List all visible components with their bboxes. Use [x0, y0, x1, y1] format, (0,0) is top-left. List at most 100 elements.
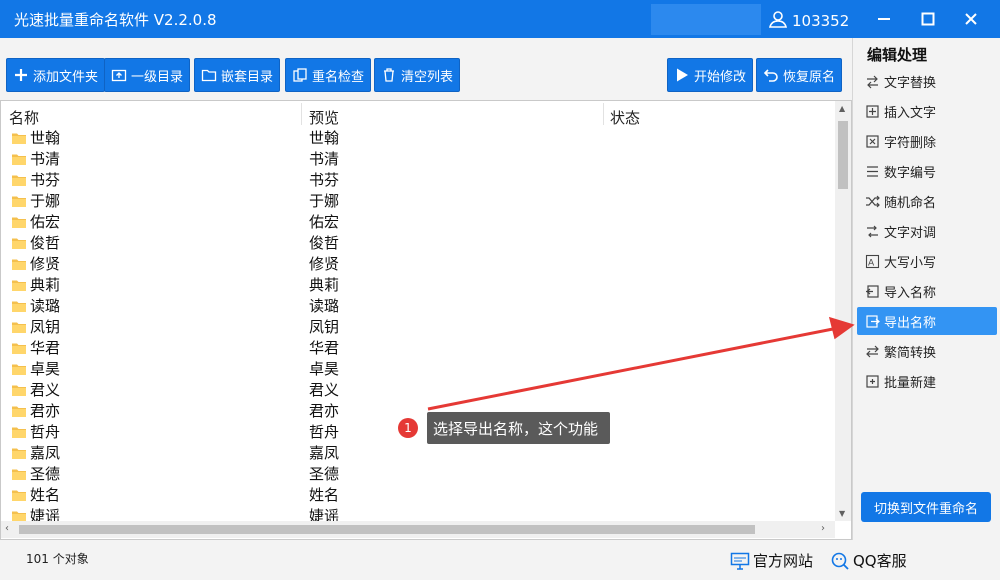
- folder-icon: [12, 217, 26, 228]
- account-box[interactable]: [651, 4, 761, 35]
- close-icon: [965, 13, 977, 25]
- table-row[interactable]: 华君 华君: [9, 336, 829, 357]
- folder-icon: [12, 196, 26, 207]
- vertical-scroll-thumb[interactable]: [838, 121, 848, 189]
- row-name-cell: 读璐: [11, 295, 60, 316]
- object-count: 101 个对象: [26, 552, 89, 566]
- edit-menu-item-6[interactable]: 文字对调: [857, 217, 997, 245]
- row-preview: 君亦: [309, 402, 340, 420]
- edit-menu-label: 插入文字: [884, 105, 937, 121]
- table-row[interactable]: 圣德 圣德: [9, 462, 829, 483]
- edit-menu-item-4[interactable]: 数字编号: [857, 157, 997, 185]
- table-row[interactable]: 君亦 君亦: [9, 399, 829, 420]
- scroll-up-icon[interactable]: ▲: [839, 104, 845, 113]
- row-name-cell: 君亦: [11, 400, 60, 421]
- edit-menu-label: 大写小写: [884, 255, 937, 271]
- folder-icon: [12, 364, 26, 375]
- row-name-cell: 典莉: [11, 274, 60, 295]
- folder-open-icon: [201, 69, 217, 82]
- column-header-name[interactable]: 名称: [9, 107, 39, 128]
- column-divider[interactable]: [301, 103, 302, 125]
- edit-menu-item-3[interactable]: 字符删除: [857, 127, 997, 155]
- official-website-link[interactable]: 官方网站: [730, 550, 813, 571]
- step-badge: 1: [398, 418, 418, 438]
- edit-menu-item-10[interactable]: 繁简转换: [857, 337, 997, 365]
- table-row[interactable]: 典莉 典莉: [9, 273, 829, 294]
- table-row[interactable]: 佑宏 佑宏: [9, 210, 829, 231]
- scroll-right-icon[interactable]: ›: [821, 523, 825, 534]
- play-icon: [677, 68, 688, 82]
- row-name: 俊哲: [30, 234, 61, 252]
- table-row[interactable]: 于娜 于娜: [9, 189, 829, 210]
- qq-support-link[interactable]: QQ客服: [830, 550, 907, 571]
- check-names-icon: [293, 68, 307, 82]
- nested-dir-label: 嵌套目录: [221, 69, 274, 85]
- horizontal-scroll-thumb[interactable]: [19, 525, 755, 534]
- row-preview: 君义: [309, 381, 340, 399]
- horizontal-scrollbar[interactable]: ‹ ›: [1, 521, 835, 538]
- new-batch-icon: [866, 374, 879, 388]
- column-header-preview[interactable]: 预览: [309, 107, 339, 128]
- row-name: 佑宏: [30, 213, 61, 231]
- table-row[interactable]: 哲舟 哲舟: [9, 420, 829, 441]
- row-name-cell: 华君: [11, 337, 60, 358]
- edit-menu-item-2[interactable]: 插入文字: [857, 97, 997, 125]
- close-button[interactable]: [957, 5, 985, 33]
- edit-menu-item-9[interactable]: 导出名称: [857, 307, 997, 335]
- table-row[interactable]: 嘉凤 嘉凤: [9, 441, 829, 462]
- minimize-button[interactable]: [870, 5, 898, 33]
- table-row[interactable]: 君义 君义: [9, 378, 829, 399]
- edit-menu-label: 数字编号: [884, 165, 937, 181]
- nested-dir-button[interactable]: 嵌套目录: [194, 58, 281, 92]
- table-row[interactable]: 书清 书清: [9, 147, 829, 168]
- file-list[interactable]: 名称 预览 状态 世翰 世翰书清 书清 书芬 书芬 于娜 于娜佑宏 佑宏 俊哲 俊哲 修贤 修贤 典莉典…: [0, 100, 852, 540]
- plus-icon: [15, 69, 27, 81]
- switch-to-file-rename-button[interactable]: 切换到文件重命名: [861, 492, 991, 522]
- case-icon: A: [865, 254, 880, 268]
- edit-menu-item-8[interactable]: 导入名称: [857, 277, 997, 305]
- column-divider[interactable]: [603, 103, 604, 125]
- table-row[interactable]: 世翰 世翰: [9, 126, 829, 147]
- folder-icon: [12, 469, 26, 480]
- convert-icon: [866, 345, 879, 357]
- title-bar: 光速批量重命名软件 V2.2.0.8 103352: [0, 0, 1000, 38]
- row-name: 书清: [30, 150, 61, 168]
- maximize-button[interactable]: [914, 5, 942, 33]
- table-row[interactable]: 书芬 书芬: [9, 168, 829, 189]
- row-preview: 于娜: [309, 192, 340, 210]
- table-row[interactable]: 凤钥 凤钥: [9, 315, 829, 336]
- row-preview: 哲舟: [309, 423, 340, 441]
- add-folder-button[interactable]: 添加文件夹: [6, 58, 106, 92]
- user-account[interactable]: 103352: [768, 9, 849, 33]
- clear-list-button[interactable]: 清空列表: [374, 58, 461, 92]
- edit-menu-item-11[interactable]: 批量新建: [857, 367, 997, 395]
- row-preview: 佑宏: [309, 213, 340, 231]
- edit-menu-item-7[interactable]: A 大写小写: [857, 247, 997, 275]
- first-level-button[interactable]: 一级目录: [104, 58, 191, 92]
- swap-icon: [867, 225, 878, 237]
- scroll-down-icon[interactable]: ▼: [839, 509, 845, 518]
- edit-menu-item-5[interactable]: 随机命名: [857, 187, 997, 215]
- check-names-button[interactable]: 重名检查: [285, 58, 372, 92]
- folder-icon: [12, 175, 26, 186]
- export-icon: [866, 314, 880, 328]
- scroll-left-icon[interactable]: ‹: [5, 523, 9, 534]
- edit-menu-item-1[interactable]: 文字替换: [857, 67, 997, 95]
- row-name: 华君: [30, 339, 61, 357]
- table-row[interactable]: 修贤 修贤: [9, 252, 829, 273]
- folder-icon: [12, 133, 26, 144]
- folder-icon: [12, 301, 26, 312]
- table-row[interactable]: 姓名 姓名: [9, 483, 829, 504]
- status-bar: 101 个对象 官方网站 QQ客服: [0, 540, 1000, 580]
- restore-names-button[interactable]: 恢复原名: [756, 58, 843, 92]
- row-preview: 书清: [309, 150, 340, 168]
- table-row[interactable]: 俊哲 俊哲: [9, 231, 829, 252]
- start-modify-button[interactable]: 开始修改: [667, 58, 754, 92]
- row-preview: 凤钥: [309, 318, 340, 336]
- app-window: 光速批量重命名软件 V2.2.0.8 103352 添加文件夹 一级目录 嵌套目…: [0, 0, 1000, 580]
- column-header-status[interactable]: 状态: [610, 107, 640, 128]
- clear-list-label: 清空列表: [401, 69, 454, 85]
- table-row[interactable]: 读璐 读璐: [9, 294, 829, 315]
- vertical-scrollbar[interactable]: ▲ ▼: [835, 101, 851, 521]
- table-row[interactable]: 卓昊 卓昊: [9, 357, 829, 378]
